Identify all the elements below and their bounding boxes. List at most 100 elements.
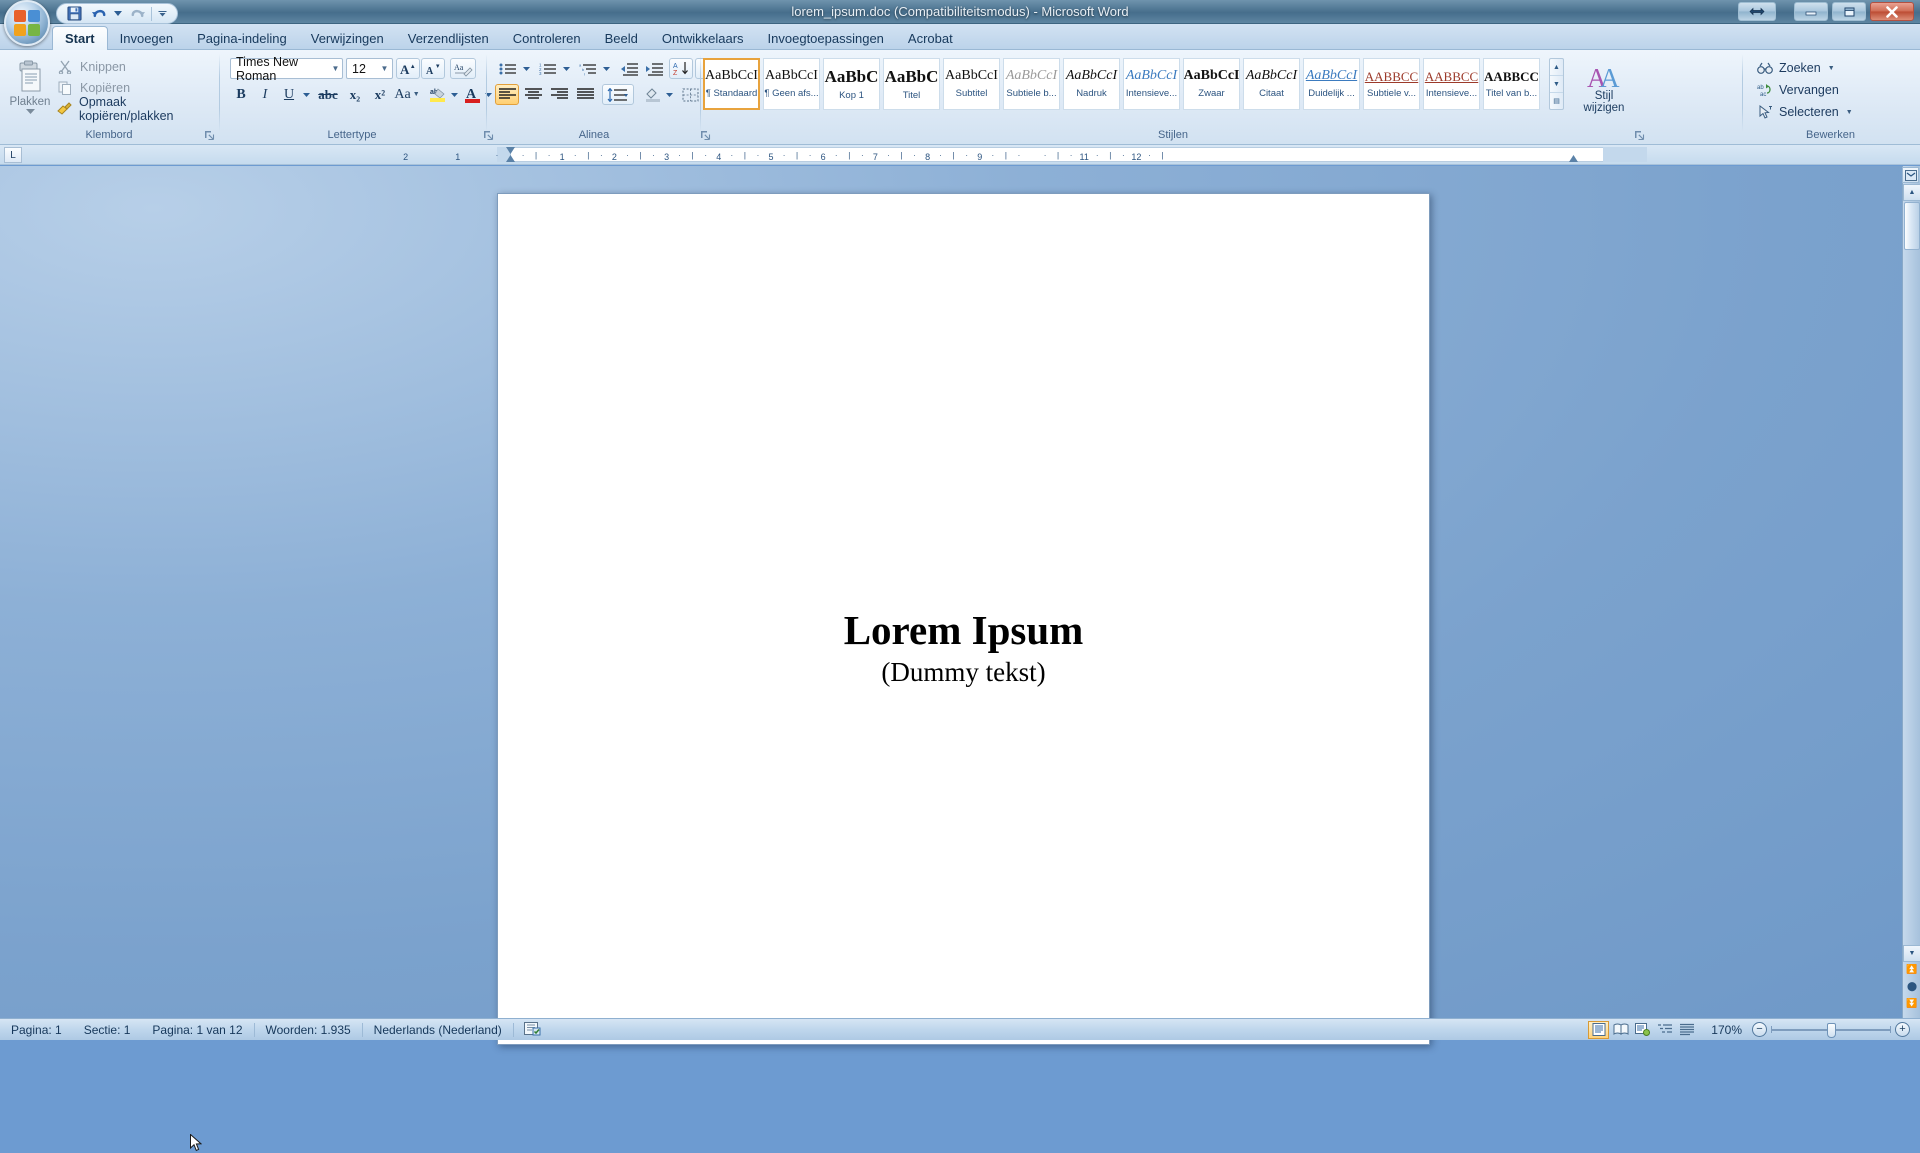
undo-dropdown-arrow-icon[interactable] bbox=[113, 5, 123, 23]
decrease-indent-button[interactable] bbox=[617, 58, 641, 79]
style-item-titel[interactable]: AaBbCTitel bbox=[883, 58, 940, 110]
subscript-button[interactable]: x₂ bbox=[343, 84, 367, 105]
spell-check-icon[interactable] bbox=[514, 1021, 551, 1039]
scrollbar-thumb[interactable] bbox=[1904, 202, 1920, 250]
status-language[interactable]: Nederlands (Nederland) bbox=[363, 1023, 513, 1037]
select-browse-object-button[interactable]: ⬤ bbox=[1904, 978, 1920, 995]
style-item-duidelijk[interactable]: AaBbCcIDuidelijk ... bbox=[1303, 58, 1360, 110]
full-screen-reading-view-button[interactable] bbox=[1610, 1021, 1631, 1039]
align-center-button[interactable] bbox=[521, 84, 545, 105]
style-item-citaat[interactable]: AaBbCcICitaat bbox=[1243, 58, 1300, 110]
grow-font-button[interactable]: A bbox=[396, 58, 420, 79]
styles-more-button[interactable]: ▤ bbox=[1550, 93, 1563, 109]
status-page[interactable]: Pagina: 1 bbox=[0, 1023, 73, 1037]
styles-scroll-down-button[interactable]: ▼ bbox=[1550, 76, 1563, 93]
zoom-slider[interactable] bbox=[1767, 1021, 1895, 1039]
find-dropdown-arrow-icon[interactable]: ▼ bbox=[1828, 65, 1835, 72]
customize-quick-access-icon[interactable] bbox=[155, 5, 169, 23]
text-highlight-button[interactable]: ab bbox=[426, 84, 450, 105]
styles-scroll-up-button[interactable]: ▲ bbox=[1550, 59, 1563, 76]
align-left-button[interactable] bbox=[495, 84, 519, 105]
select-button[interactable]: Selecteren ▼ bbox=[1756, 101, 1853, 123]
multilevel-dropdown-arrow-icon[interactable] bbox=[600, 58, 612, 79]
shrink-font-button[interactable]: A bbox=[421, 58, 445, 79]
status-section[interactable]: Sectie: 1 bbox=[73, 1023, 142, 1037]
tab-invoegtoepassingen[interactable]: Invoegtoepassingen bbox=[756, 28, 896, 50]
underline-dropdown-arrow-icon[interactable] bbox=[300, 84, 312, 105]
horizontal-ruler[interactable]: L 211234567891112··|··|··|··|··|··|··|··… bbox=[0, 145, 1920, 165]
cut-button[interactable]: Knippen bbox=[56, 56, 216, 77]
next-page-button[interactable]: ⏬ bbox=[1904, 995, 1920, 1012]
draft-view-button[interactable] bbox=[1676, 1021, 1697, 1039]
scroll-up-button[interactable]: ▲ bbox=[1903, 184, 1920, 201]
maximize-button[interactable] bbox=[1832, 2, 1866, 21]
outline-view-button[interactable] bbox=[1654, 1021, 1675, 1039]
styles-dialog-launcher[interactable] bbox=[1634, 129, 1645, 140]
bullets-button[interactable] bbox=[495, 58, 520, 79]
office-button[interactable] bbox=[4, 0, 50, 46]
superscript-button[interactable]: x² bbox=[368, 84, 392, 105]
line-spacing-button[interactable] bbox=[602, 84, 634, 105]
tab-verwijzingen[interactable]: Verwijzingen bbox=[299, 28, 396, 50]
vertical-scrollbar[interactable]: ▲ ▼ ⏫ ⬤ ⏬ bbox=[1902, 166, 1920, 1018]
font-color-button[interactable]: A bbox=[462, 84, 484, 105]
change-case-button[interactable]: Aa ▼ bbox=[394, 84, 420, 105]
font-name-dropdown-arrow-icon[interactable]: ▼ bbox=[329, 64, 342, 73]
style-item-subtiele-v[interactable]: AABBCCSubtiele v... bbox=[1363, 58, 1420, 110]
tab-ontwikkelaars[interactable]: Ontwikkelaars bbox=[650, 28, 756, 50]
italic-button[interactable]: I bbox=[254, 84, 276, 105]
close-button[interactable] bbox=[1870, 2, 1914, 21]
zoom-out-button[interactable]: − bbox=[1752, 1022, 1767, 1037]
document-page[interactable]: Lorem Ipsum (Dummy tekst) bbox=[497, 193, 1430, 1045]
change-case-dropdown-arrow-icon[interactable]: ▼ bbox=[413, 91, 420, 98]
tab-start[interactable]: Start bbox=[52, 26, 108, 50]
shading-button[interactable] bbox=[641, 84, 665, 105]
clipboard-dialog-launcher[interactable] bbox=[204, 129, 215, 140]
multilevel-list-button[interactable]: abi bbox=[575, 58, 600, 79]
style-item-zwaar[interactable]: AaBbCcIZwaar bbox=[1183, 58, 1240, 110]
status-word-count[interactable]: Woorden: 1.935 bbox=[255, 1023, 362, 1037]
save-icon[interactable] bbox=[63, 5, 85, 23]
clear-formatting-button[interactable]: Aa bbox=[450, 58, 476, 79]
zoom-slider-handle[interactable] bbox=[1827, 1023, 1836, 1038]
style-item-subtitel[interactable]: AaBbCcISubtitel bbox=[943, 58, 1000, 110]
bold-button[interactable]: B bbox=[230, 84, 252, 105]
tab-controleren[interactable]: Controleren bbox=[501, 28, 593, 50]
format-painter-button[interactable]: Opmaak kopiëren/plakken bbox=[56, 98, 216, 119]
font-size-dropdown-arrow-icon[interactable]: ▼ bbox=[377, 64, 392, 73]
highlight-dropdown-arrow-icon[interactable] bbox=[449, 84, 460, 105]
style-item--standaard[interactable]: AaBbCcI¶ Standaard bbox=[703, 58, 760, 110]
style-item-subtiele-b[interactable]: AaBbCcISubtiele b... bbox=[1003, 58, 1060, 110]
select-dropdown-arrow-icon[interactable]: ▼ bbox=[1846, 109, 1853, 116]
style-item-intensieve[interactable]: AaBbCcIIntensieve... bbox=[1123, 58, 1180, 110]
tab-acrobat[interactable]: Acrobat bbox=[896, 28, 965, 50]
borders-button[interactable] bbox=[678, 84, 702, 105]
style-item-nadruk[interactable]: AaBbCcINadruk bbox=[1063, 58, 1120, 110]
style-item-titel-van-b[interactable]: AABBCCTitel van b... bbox=[1483, 58, 1540, 110]
zoom-percentage[interactable]: 170% bbox=[1697, 1023, 1752, 1037]
tab-stop-selector-button[interactable]: L bbox=[4, 147, 22, 163]
font-size-combobox[interactable]: 12 ▼ bbox=[346, 58, 393, 79]
change-styles-button[interactable]: A A Stijl wijzigen bbox=[1573, 58, 1635, 118]
restore-window-button[interactable] bbox=[1738, 2, 1776, 21]
web-layout-view-button[interactable] bbox=[1632, 1021, 1653, 1039]
undo-icon[interactable] bbox=[88, 5, 110, 23]
bullets-dropdown-arrow-icon[interactable] bbox=[520, 58, 532, 79]
scroll-down-button[interactable]: ▼ bbox=[1903, 945, 1920, 962]
increase-indent-button[interactable] bbox=[642, 58, 666, 79]
replace-button[interactable]: abac Vervangen bbox=[1756, 79, 1853, 101]
style-item-kop-1[interactable]: AaBbCKop 1 bbox=[823, 58, 880, 110]
select-browse-object-top-button[interactable] bbox=[1902, 167, 1919, 183]
sort-button[interactable]: AZ bbox=[669, 58, 693, 79]
numbering-button[interactable]: 123 bbox=[535, 58, 560, 79]
paste-button[interactable]: Plakken bbox=[8, 56, 52, 122]
redo-icon[interactable] bbox=[126, 5, 148, 23]
print-layout-view-button[interactable] bbox=[1588, 1021, 1609, 1039]
tab-invoegen[interactable]: Invoegen bbox=[108, 28, 186, 50]
find-button[interactable]: Zoeken ▼ bbox=[1756, 57, 1853, 79]
document-workspace[interactable]: Lorem Ipsum (Dummy tekst) bbox=[0, 166, 1920, 1018]
tab-verzendlijsten[interactable]: Verzendlijsten bbox=[396, 28, 501, 50]
styles-gallery-scroll[interactable]: ▲ ▼ ▤ bbox=[1549, 58, 1564, 110]
align-right-button[interactable] bbox=[547, 84, 571, 105]
style-item-intensieve[interactable]: AABBCCIntensieve... bbox=[1423, 58, 1480, 110]
